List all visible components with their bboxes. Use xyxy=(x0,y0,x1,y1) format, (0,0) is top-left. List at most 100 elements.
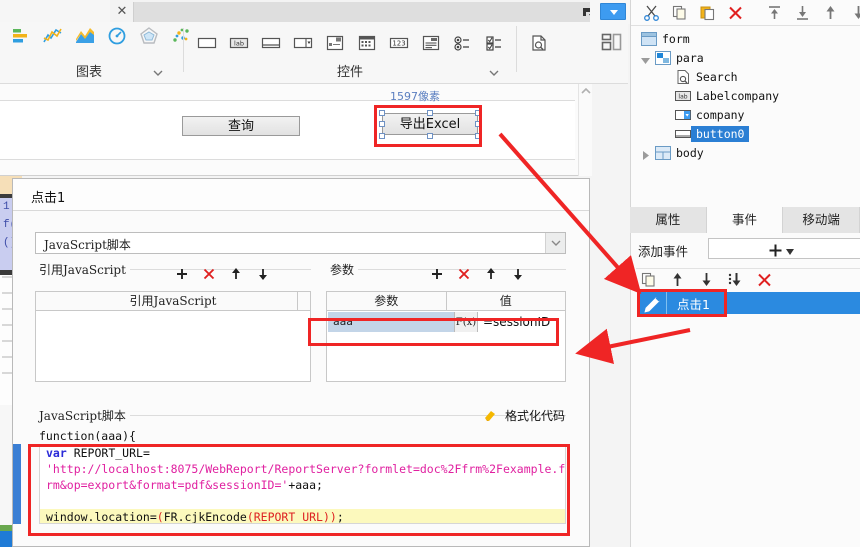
radio-group-icon[interactable] xyxy=(452,33,474,53)
copy-icon[interactable] xyxy=(640,271,657,288)
label-icon[interactable]: lab xyxy=(228,33,250,53)
script-type-value: JavaScript脚本 xyxy=(44,238,131,252)
cut-icon[interactable] xyxy=(643,4,660,21)
move-up-icon[interactable] xyxy=(822,4,839,21)
inactive-tab-area[interactable] xyxy=(133,2,602,22)
datepicker-icon[interactable] xyxy=(356,33,378,53)
tab-事件[interactable]: 事件 xyxy=(706,207,784,233)
combobox-icon[interactable] xyxy=(292,33,314,53)
editor-icon[interactable] xyxy=(420,33,442,53)
code-gutter xyxy=(13,444,21,524)
textbox-icon[interactable] xyxy=(196,33,218,53)
script-type-combobox[interactable]: JavaScript脚本 xyxy=(35,232,566,254)
selection-handle[interactable] xyxy=(475,121,481,127)
tab-属性[interactable]: 属性 xyxy=(630,207,707,233)
scroll-up-icon[interactable] xyxy=(581,87,591,95)
delete-icon[interactable] xyxy=(457,266,471,282)
tree-item-label: button0 xyxy=(691,126,750,142)
chevron-down-icon[interactable] xyxy=(152,68,164,78)
tree-item-button0[interactable]: button0 xyxy=(675,125,750,143)
move-up-icon[interactable] xyxy=(229,266,243,282)
ribbon-group-charts: 图表 xyxy=(0,22,189,84)
numberbox-icon[interactable]: 123 xyxy=(388,33,410,53)
code-editor[interactable]: var REPORT_URL= 'http://localhost:8075/We… xyxy=(39,444,566,524)
format-brush-icon[interactable] xyxy=(483,409,497,422)
chevron-right-icon[interactable] xyxy=(641,149,650,160)
move-down-icon[interactable] xyxy=(850,4,860,21)
scatter-chart-icon[interactable] xyxy=(170,26,192,46)
paste-icon[interactable] xyxy=(699,4,716,21)
query-button[interactable]: 查询 xyxy=(182,116,300,136)
tree-item-para[interactable]: para xyxy=(641,49,704,67)
param-name-cell[interactable]: aaa xyxy=(328,312,454,332)
format-code-link[interactable]: 格式化代码 xyxy=(505,407,565,424)
selection-handle[interactable] xyxy=(427,133,433,139)
chevron-down-icon[interactable] xyxy=(786,249,794,255)
area-chart-icon[interactable] xyxy=(74,26,96,46)
copy-icon[interactable] xyxy=(671,4,688,21)
param-value-cell[interactable]: =sessionID xyxy=(478,312,566,332)
canvas-vertical-scrollbar[interactable] xyxy=(578,84,592,176)
move-down-icon[interactable] xyxy=(698,271,715,288)
delete-icon[interactable] xyxy=(756,271,773,288)
gauge-chart-icon[interactable] xyxy=(106,26,128,46)
delete-icon[interactable] xyxy=(202,266,216,282)
chevron-down-icon[interactable] xyxy=(488,68,500,78)
export-excel-button[interactable]: 导出Excel xyxy=(382,113,478,135)
add-icon[interactable] xyxy=(768,243,783,258)
tree-item-form[interactable]: form xyxy=(641,30,690,48)
tab-移动端[interactable]: 移动端 xyxy=(783,207,860,233)
table-row[interactable]: aaa F(x) =sessionID xyxy=(328,312,566,332)
formula-button[interactable]: F(x) xyxy=(454,312,478,332)
tree-item-labelcompany[interactable]: lab Labelcompany xyxy=(675,87,779,105)
move-down-icon[interactable] xyxy=(256,266,270,282)
preview-dropdown-button[interactable] xyxy=(600,3,626,20)
add-icon[interactable] xyxy=(430,266,444,282)
close-icon[interactable]: ✕ xyxy=(115,4,129,18)
dialog-title: 点击1 xyxy=(13,179,589,211)
tree-item-company[interactable]: company xyxy=(675,106,744,124)
selection-handle[interactable] xyxy=(379,121,385,127)
selection-handle[interactable] xyxy=(475,133,481,139)
chevron-down-icon[interactable] xyxy=(641,54,650,64)
chevron-down-icon[interactable] xyxy=(545,233,565,253)
radar-chart-icon[interactable] xyxy=(138,26,160,46)
move-up-icon[interactable] xyxy=(669,271,686,288)
treeview-icon[interactable] xyxy=(324,33,346,53)
tree-item-body[interactable]: body xyxy=(643,144,704,162)
selection-handle[interactable] xyxy=(379,133,385,139)
bar-chart-icon[interactable] xyxy=(10,26,32,46)
add-event-dropdown[interactable] xyxy=(708,238,860,259)
button-icon xyxy=(675,127,691,141)
selection-handle[interactable] xyxy=(427,110,433,116)
add-icon[interactable] xyxy=(175,266,189,282)
selection-handle[interactable] xyxy=(379,110,385,116)
selection-handle[interactable] xyxy=(475,110,481,116)
move-up-icon[interactable] xyxy=(484,266,498,282)
group-legend: 引用JavaScript xyxy=(35,261,130,278)
event-list-item[interactable]: 点击1 xyxy=(640,292,860,314)
checkbox-group-icon[interactable] xyxy=(484,33,506,53)
textarea-icon[interactable] xyxy=(260,33,282,53)
active-document-tab[interactable] xyxy=(0,0,110,22)
group-legend: 参数 xyxy=(326,261,359,278)
svg-text:lab: lab xyxy=(678,94,687,101)
component-tree[interactable]: form para Search lab Labelcompany company butt… xyxy=(631,28,860,203)
move-bottom-icon[interactable] xyxy=(794,4,811,21)
svg-text:123: 123 xyxy=(392,40,405,48)
pencil-icon[interactable] xyxy=(640,292,666,314)
line-chart-icon[interactable] xyxy=(42,26,64,46)
report-preview-icon[interactable] xyxy=(527,33,549,53)
delete-icon[interactable] xyxy=(727,4,744,21)
tree-item-search[interactable]: Search xyxy=(675,68,738,86)
param-value-header: 值 xyxy=(499,294,512,308)
parameters-table[interactable]: 参数 值 aaa F(x) =sessionID xyxy=(326,291,566,382)
layout-grid-icon[interactable] xyxy=(600,30,624,54)
move-top-icon[interactable] xyxy=(766,4,783,21)
move-down-icon[interactable] xyxy=(511,266,525,282)
pixel-ruler-label: 1597像素 xyxy=(390,90,440,103)
event-list-toolbar xyxy=(636,268,860,290)
move-to-bottom-icon[interactable] xyxy=(727,271,744,288)
reference-javascript-table[interactable]: 引用JavaScript xyxy=(35,291,311,382)
